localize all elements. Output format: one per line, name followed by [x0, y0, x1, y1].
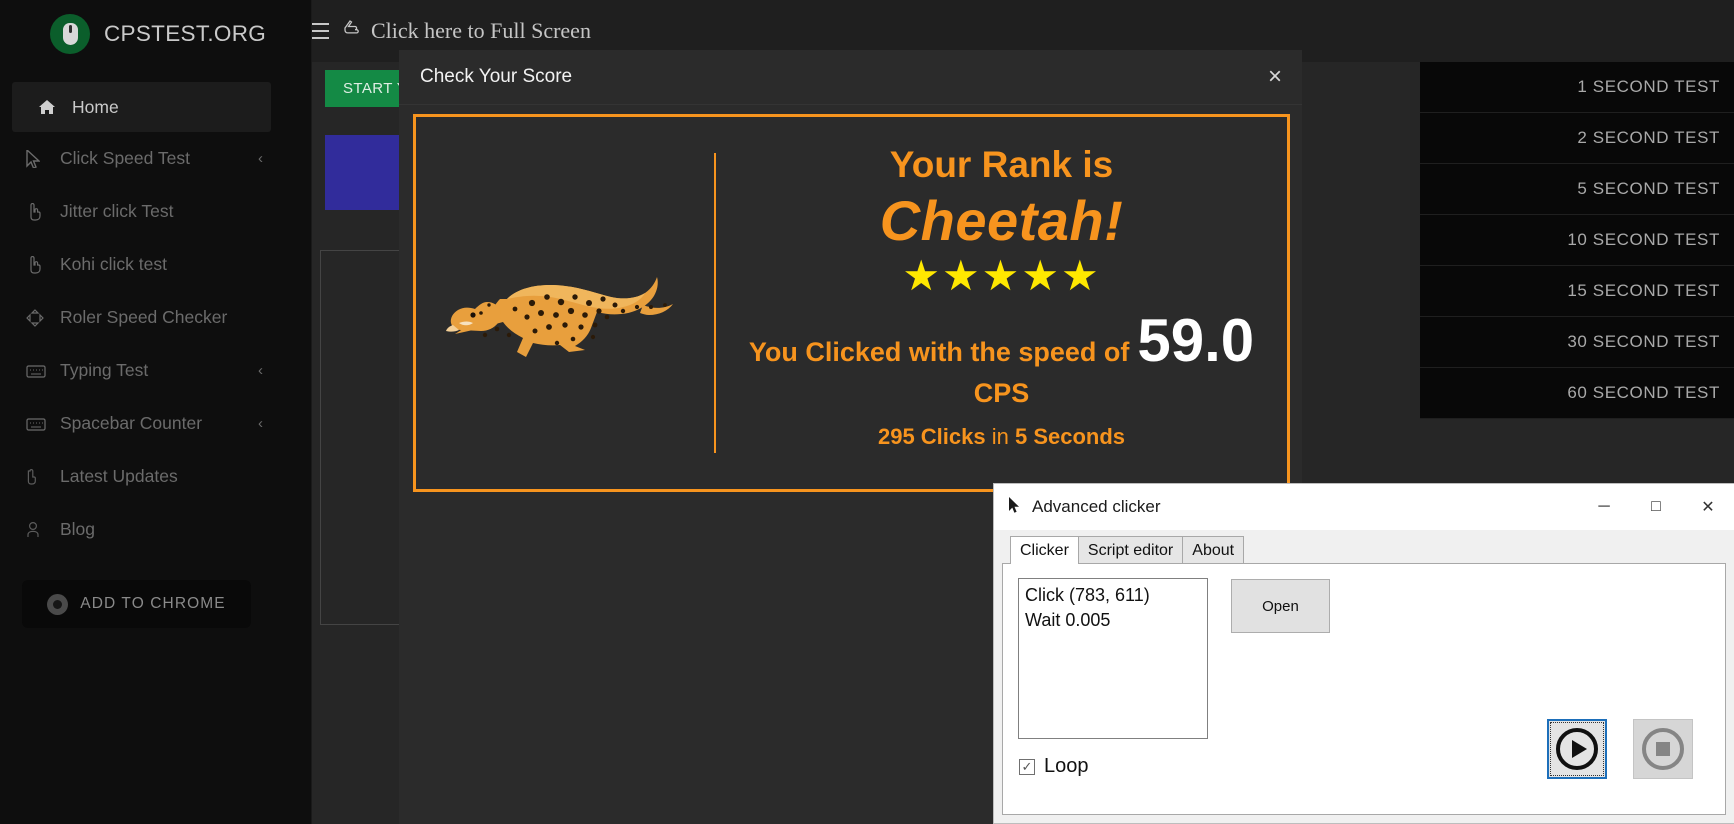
- tab-bar: Clicker Script editor About: [1002, 536, 1726, 564]
- test-item[interactable]: 5 SECOND TEST: [1420, 164, 1734, 215]
- brand-name: CPSTEST.ORG: [104, 21, 267, 46]
- sidebar-item-blog[interactable]: Blog: [0, 503, 311, 556]
- brand[interactable]: CPSTEST.ORG: [0, 0, 311, 68]
- cursor-arrow-icon: [1008, 496, 1020, 518]
- mouse-icon: [50, 14, 90, 54]
- sidebar-item-typing-test[interactable]: Typing Test ‹: [0, 344, 311, 397]
- add-to-chrome-label: ADD TO CHROME: [80, 595, 226, 612]
- chevron-left-icon: ‹: [258, 415, 263, 432]
- sidebar-item-label: Click Speed Test: [60, 148, 191, 168]
- rank-pane: Your Rank is Cheetah! ★★★★★ You Clicked …: [716, 117, 1287, 489]
- test-item[interactable]: 2 SECOND TEST: [1420, 113, 1734, 164]
- loop-label: Loop: [1044, 755, 1089, 777]
- script-line: Wait 0.005: [1025, 610, 1111, 630]
- test-item[interactable]: 1 SECOND TEST: [1420, 62, 1734, 113]
- pointing-hand-icon: [26, 202, 60, 221]
- sidebar-item-latest-updates[interactable]: Latest Updates: [0, 450, 311, 503]
- cps-unit: CPS: [973, 378, 1030, 409]
- close-icon[interactable]: ×: [1268, 65, 1282, 89]
- cheetah-image: [416, 117, 716, 489]
- window-controls: ─ □ ✕: [1578, 484, 1734, 530]
- chrome-icon: [47, 593, 69, 615]
- script-line: Click (783, 611): [1025, 585, 1150, 605]
- tab-clicker[interactable]: Clicker: [1010, 536, 1079, 564]
- sidebar-item-kohi-click-test[interactable]: Kohi click test: [0, 238, 311, 291]
- fullscreen-link[interactable]: Click here to Full Screen: [342, 18, 591, 44]
- screen-root: CPSTEST.ORG Home Click Speed Test ‹ Jitt…: [0, 0, 1734, 824]
- advanced-clicker-window: Advanced clicker ─ □ ✕ Clicker Script ed…: [993, 483, 1734, 824]
- window-title: Advanced clicker: [1032, 497, 1161, 516]
- fullscreen-label: Click here to Full Screen: [371, 18, 591, 43]
- checkbox-check-icon: ✓: [1019, 758, 1035, 775]
- add-to-chrome-button[interactable]: ADD TO CHROME: [22, 580, 251, 628]
- stop-icon: [1642, 728, 1684, 770]
- rank-name: Cheetah!: [879, 188, 1124, 252]
- keyboard-icon: [26, 417, 60, 431]
- test-item[interactable]: 30 SECOND TEST: [1420, 317, 1734, 368]
- play-button[interactable]: [1547, 719, 1607, 779]
- star-rating: ★★★★★: [902, 251, 1101, 299]
- minimize-icon[interactable]: ─: [1578, 484, 1630, 530]
- speed-label: You Clicked with the speed of: [748, 337, 1130, 368]
- home-icon: [38, 99, 72, 115]
- sidebar-item-home[interactable]: Home: [12, 82, 271, 132]
- sidebar-item-roler-speed-checker[interactable]: Roler Speed Checker: [0, 291, 311, 344]
- user-icon: [26, 521, 60, 538]
- window-body: Clicker Script editor About Click (783, …: [994, 530, 1734, 824]
- test-item[interactable]: 15 SECOND TEST: [1420, 266, 1734, 317]
- window-title-bar[interactable]: Advanced clicker ─ □ ✕: [994, 484, 1734, 530]
- close-icon[interactable]: ✕: [1682, 484, 1734, 530]
- sidebar-item-label: Spacebar Counter: [60, 413, 203, 433]
- sidebar-item-label: Jitter click Test: [60, 201, 174, 221]
- thumb-icon: [26, 468, 60, 485]
- clicks-duration: 5 Seconds: [1014, 424, 1126, 450]
- sidebar-item-label: Typing Test: [60, 360, 149, 380]
- sidebar: CPSTEST.ORG Home Click Speed Test ‹ Jitt…: [0, 0, 312, 824]
- clicks-count: 295 Clicks: [877, 424, 986, 450]
- sidebar-item-label: Roler Speed Checker: [60, 307, 228, 327]
- sidebar-item-click-speed-test[interactable]: Click Speed Test ‹: [0, 132, 311, 185]
- play-icon: [1556, 728, 1598, 770]
- test-duration-list: 1 SECOND TEST 2 SECOND TEST 5 SECOND TES…: [1420, 62, 1734, 419]
- speed-line: You Clicked with the speed of 59.0: [748, 307, 1255, 375]
- open-button[interactable]: Open: [1231, 579, 1330, 633]
- test-item[interactable]: 10 SECOND TEST: [1420, 215, 1734, 266]
- sidebar-item-label: Latest Updates: [60, 466, 178, 486]
- rank-prefix: Your Rank is: [889, 143, 1114, 185]
- sidebar-item-spacebar-counter[interactable]: Spacebar Counter ‹: [0, 397, 311, 450]
- hand-click-icon: [342, 19, 362, 43]
- clicks-summary: 295 Clicks in 5 Seconds: [878, 424, 1125, 450]
- sidebar-item-label: Kohi click test: [60, 254, 167, 274]
- vertical-divider: [714, 153, 716, 453]
- stop-button[interactable]: [1633, 719, 1693, 779]
- speed-value: 59.0: [1137, 307, 1255, 375]
- tab-about[interactable]: About: [1182, 536, 1245, 564]
- chevron-left-icon: ‹: [258, 362, 263, 379]
- tab-script-editor[interactable]: Script editor: [1077, 536, 1184, 564]
- modal-title: Check Your Score: [420, 66, 573, 87]
- keyboard-icon: [26, 364, 60, 378]
- modal-header: Check Your Score ×: [399, 50, 1302, 105]
- sidebar-item-label: Home: [72, 96, 119, 117]
- pointing-hand-icon: [26, 255, 60, 274]
- sidebar-item-label: Blog: [60, 519, 96, 539]
- test-item[interactable]: 60 SECOND TEST: [1420, 368, 1734, 419]
- cursor-arrow-icon: [26, 149, 60, 168]
- score-card: Your Rank is Cheetah! ★★★★★ You Clicked …: [413, 114, 1290, 492]
- clicker-tab-panel: Click (783, 611) Wait 0.005 Open ✓ Loop: [1002, 563, 1726, 815]
- maximize-icon[interactable]: □: [1630, 484, 1682, 530]
- sidebar-nav: Home Click Speed Test ‹ Jitter click Tes…: [0, 82, 311, 556]
- loop-checkbox[interactable]: ✓ Loop: [1019, 755, 1089, 778]
- chevron-left-icon: ‹: [258, 150, 263, 167]
- sidebar-item-jitter-click-test[interactable]: Jitter click Test: [0, 185, 311, 238]
- clicks-mid: in: [991, 424, 1009, 450]
- script-listbox[interactable]: Click (783, 611) Wait 0.005: [1018, 578, 1208, 739]
- move-arrows-icon: [26, 308, 60, 327]
